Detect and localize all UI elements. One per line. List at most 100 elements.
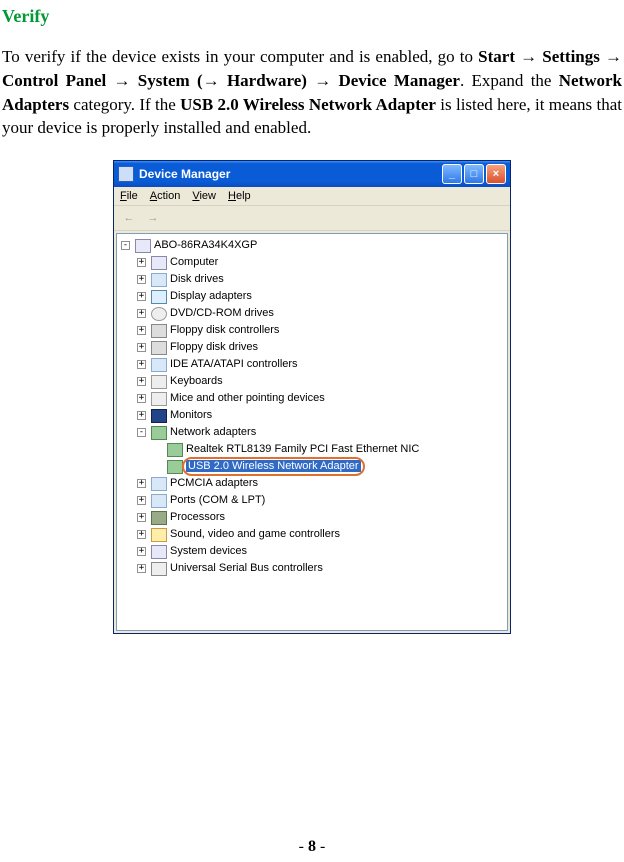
device-icon — [151, 375, 167, 389]
forward-button[interactable]: → — [144, 209, 162, 227]
arrow: → — [203, 71, 227, 90]
tree-item[interactable]: + IDE ATA/ATAPI controllers — [121, 356, 503, 373]
expand-icon[interactable]: + — [137, 564, 146, 573]
expand-icon[interactable]: + — [137, 377, 146, 386]
tree-item[interactable]: + Keyboards — [121, 373, 503, 390]
expand-icon[interactable]: + — [137, 343, 146, 352]
expand-icon[interactable]: + — [137, 479, 146, 488]
tree-item[interactable]: +Universal Serial Bus controllers — [121, 560, 503, 577]
spacer — [153, 445, 162, 454]
system-icon — [118, 166, 134, 182]
bold-usb: USB 2.0 Wireless Network Adapter — [180, 95, 436, 114]
label: Disk drives — [170, 271, 224, 288]
expand-icon[interactable]: + — [137, 292, 146, 301]
bold-start: Start — [478, 47, 515, 66]
device-icon — [151, 324, 167, 338]
bold-settings: Settings — [542, 47, 600, 66]
label: Sound, video and game controllers — [170, 526, 340, 543]
device-icon — [151, 545, 167, 559]
menu-file[interactable]: File — [120, 190, 138, 202]
menu-view[interactable]: View — [192, 190, 216, 202]
bold-system: System — [138, 71, 190, 90]
tree-root[interactable]: - ABO-86RA34K4XGP — [121, 237, 503, 254]
arrow: → — [600, 47, 622, 66]
expand-icon[interactable]: + — [137, 411, 146, 420]
device-icon — [151, 290, 167, 304]
expand-icon[interactable]: + — [137, 394, 146, 403]
toolbar: ← → — [114, 206, 510, 231]
expand-icon[interactable]: + — [137, 326, 146, 335]
root-label: ABO-86RA34K4XGP — [154, 237, 257, 254]
tree-item[interactable]: + System devices — [121, 543, 503, 560]
highlighted-item: USB 2.0 Wireless Network Adapter — [186, 458, 361, 475]
tree-item-usb-wireless[interactable]: USB 2.0 Wireless Network Adapter — [121, 458, 503, 475]
tree-item[interactable]: +Computer — [121, 254, 503, 271]
device-icon — [151, 392, 167, 406]
tree-item[interactable]: +Ports (COM & LPT) — [121, 492, 503, 509]
menu-help[interactable]: Help — [228, 190, 251, 202]
device-icon — [151, 409, 167, 423]
expand-icon[interactable]: + — [137, 513, 146, 522]
label: PCMCIA adapters — [170, 475, 258, 492]
expand-icon[interactable]: + — [137, 530, 146, 539]
intro-paragraph: To verify if the device exists in your c… — [2, 45, 622, 140]
device-icon — [151, 477, 167, 491]
tree-item[interactable]: + Processors — [121, 509, 503, 526]
device-icon — [151, 494, 167, 508]
bold-cp: Control Panel — [2, 71, 106, 90]
device-icon — [151, 358, 167, 372]
label: Floppy disk drives — [170, 339, 258, 356]
bold-hardware: Hardware — [227, 71, 301, 90]
collapse-icon[interactable]: - — [137, 428, 146, 437]
minimize-button[interactable]: _ — [442, 164, 462, 184]
lparen: ( — [190, 71, 203, 90]
menu-action[interactable]: Action — [150, 190, 181, 202]
tree-item-network[interactable]: - Network adapters — [121, 424, 503, 441]
collapse-icon[interactable]: - — [121, 241, 130, 250]
expand-icon[interactable]: + — [137, 275, 146, 284]
arrow: → — [515, 47, 542, 66]
back-button[interactable]: ← — [120, 209, 138, 227]
tree-item[interactable]: + DVD/CD-ROM drives — [121, 305, 503, 322]
label: System devices — [170, 543, 247, 560]
device-icon — [151, 341, 167, 355]
label: Keyboards — [170, 373, 223, 390]
expand-icon[interactable]: + — [137, 547, 146, 556]
close-button[interactable]: × — [486, 164, 506, 184]
device-icon — [151, 307, 167, 321]
label: Floppy disk controllers — [170, 322, 279, 339]
expand-icon[interactable]: + — [137, 309, 146, 318]
selected-label: USB 2.0 Wireless Network Adapter — [186, 460, 361, 472]
tree-item[interactable]: + Disk drives — [121, 271, 503, 288]
label: Realtek RTL8139 Family PCI Fast Ethernet… — [186, 441, 419, 458]
tree-item[interactable]: + Floppy disk drives — [121, 339, 503, 356]
titlebar[interactable]: Device Manager _ □ × — [114, 161, 510, 187]
device-icon — [151, 511, 167, 525]
tree-item[interactable]: + Display adapters — [121, 288, 503, 305]
spacer — [153, 462, 162, 471]
device-tree[interactable]: - ABO-86RA34K4XGP +Computer+Disk drives+… — [116, 233, 508, 631]
label: IDE ATA/ATAPI controllers — [170, 356, 298, 373]
tree-item[interactable]: + Mice and other pointing devices — [121, 390, 503, 407]
expand-icon[interactable]: + — [137, 360, 146, 369]
tree-item[interactable]: + Monitors — [121, 407, 503, 424]
label: Display adapters — [170, 288, 252, 305]
tree-item[interactable]: + PCMCIA adapters — [121, 475, 503, 492]
label: Processors — [170, 509, 225, 526]
bold-dm: Device Manager — [338, 71, 460, 90]
maximize-button[interactable]: □ — [464, 164, 484, 184]
label: Network adapters — [170, 424, 256, 441]
menubar: File Action View Help — [114, 187, 510, 206]
tree-item[interactable]: + Floppy disk controllers — [121, 322, 503, 339]
label: Monitors — [170, 407, 212, 424]
label: DVD/CD-ROM drives — [170, 305, 274, 322]
expand-icon[interactable]: + — [137, 258, 146, 267]
page-number: - 8 - — [0, 838, 624, 856]
nic-icon — [167, 443, 183, 457]
expand-icon[interactable]: + — [137, 496, 146, 505]
tree-item[interactable]: + Sound, video and game controllers — [121, 526, 503, 543]
tree-item-nic[interactable]: Realtek RTL8139 Family PCI Fast Ethernet… — [121, 441, 503, 458]
text: . Expand the — [460, 71, 559, 90]
nic-icon — [167, 460, 183, 474]
label: Mice and other pointing devices — [170, 390, 325, 407]
